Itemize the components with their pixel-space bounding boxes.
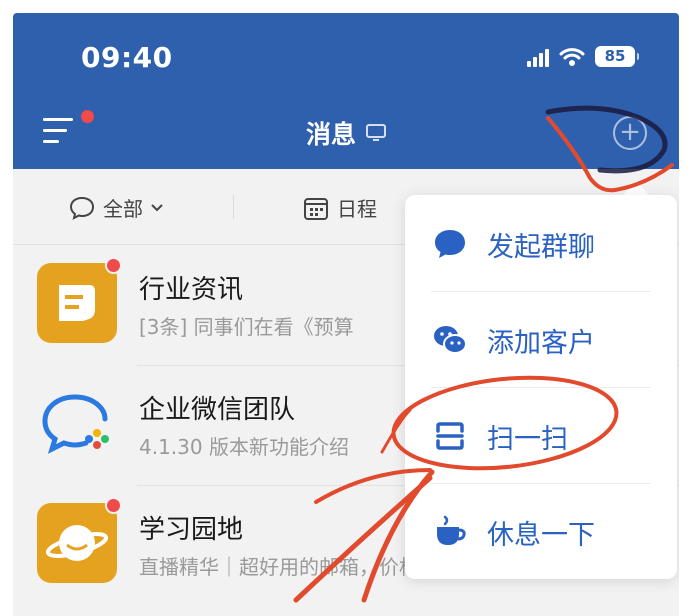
document-icon bbox=[59, 285, 95, 321]
item-title: 企业微信团队 bbox=[139, 395, 296, 425]
planet-icon bbox=[45, 525, 109, 561]
popup-arrow bbox=[622, 181, 650, 196]
chevron-down-icon bbox=[151, 203, 163, 211]
wecom-logo-icon bbox=[42, 394, 109, 454]
item-title: 学习园地 bbox=[139, 515, 244, 545]
menu-label: 添加客户 bbox=[487, 328, 595, 359]
calendar-icon bbox=[304, 197, 328, 220]
add-button[interactable]: + bbox=[613, 116, 647, 150]
status-icons: 85 bbox=[527, 46, 639, 67]
page-title: 消息 bbox=[305, 120, 356, 149]
status-bar: 09:40 85 bbox=[13, 13, 679, 99]
item-preview: [3条] 同事们在看《预算 bbox=[139, 315, 354, 339]
item-preview: 4.1.30 版本新功能介绍 bbox=[139, 435, 349, 459]
unread-badge bbox=[105, 257, 122, 274]
menu-label: 休息一下 bbox=[487, 520, 595, 551]
filter-schedule[interactable]: 日程 bbox=[303, 193, 377, 222]
monitor-icon bbox=[366, 124, 386, 141]
item-title: 行业资讯 bbox=[139, 275, 244, 305]
filter-divider bbox=[233, 195, 234, 219]
filter-all[interactable]: 全部 bbox=[69, 193, 163, 222]
menu-label: 发起群聊 bbox=[487, 232, 595, 263]
unread-badge bbox=[105, 497, 122, 514]
menu-item-take-a-break[interactable]: 休息一下 bbox=[405, 483, 677, 579]
avatar bbox=[37, 263, 117, 343]
menu-item-scan[interactable]: 扫一扫 bbox=[405, 387, 677, 483]
page-title-wrap: 消息 bbox=[13, 115, 679, 151]
avatar bbox=[37, 503, 117, 583]
nav-bar: 消息 + bbox=[13, 99, 679, 169]
battery-indicator: 85 bbox=[595, 46, 639, 67]
popup-menu: 发起群聊 添加客户 扫一扫 休息一下 bbox=[405, 195, 677, 579]
menu-item-add-customer[interactable]: 添加客户 bbox=[405, 291, 677, 387]
wifi-icon bbox=[559, 47, 585, 66]
filter-schedule-label: 日程 bbox=[337, 197, 377, 221]
filter-all-label: 全部 bbox=[103, 197, 143, 221]
menu-label: 扫一扫 bbox=[487, 424, 568, 455]
status-time: 09:40 bbox=[81, 41, 173, 74]
signal-icon bbox=[527, 47, 549, 67]
phone-screen: 09:40 85 消息 + 全部 日程 行业资讯 [3条] 同事们在看《预算 企… bbox=[13, 13, 679, 616]
avatar bbox=[37, 383, 117, 463]
wechat-icon bbox=[434, 326, 467, 354]
chat-bubble-icon bbox=[435, 230, 465, 258]
scan-icon bbox=[436, 422, 464, 450]
coffee-cup-icon bbox=[437, 515, 466, 545]
chat-outline-icon bbox=[69, 196, 95, 220]
menu-item-start-group-chat[interactable]: 发起群聊 bbox=[405, 195, 677, 291]
